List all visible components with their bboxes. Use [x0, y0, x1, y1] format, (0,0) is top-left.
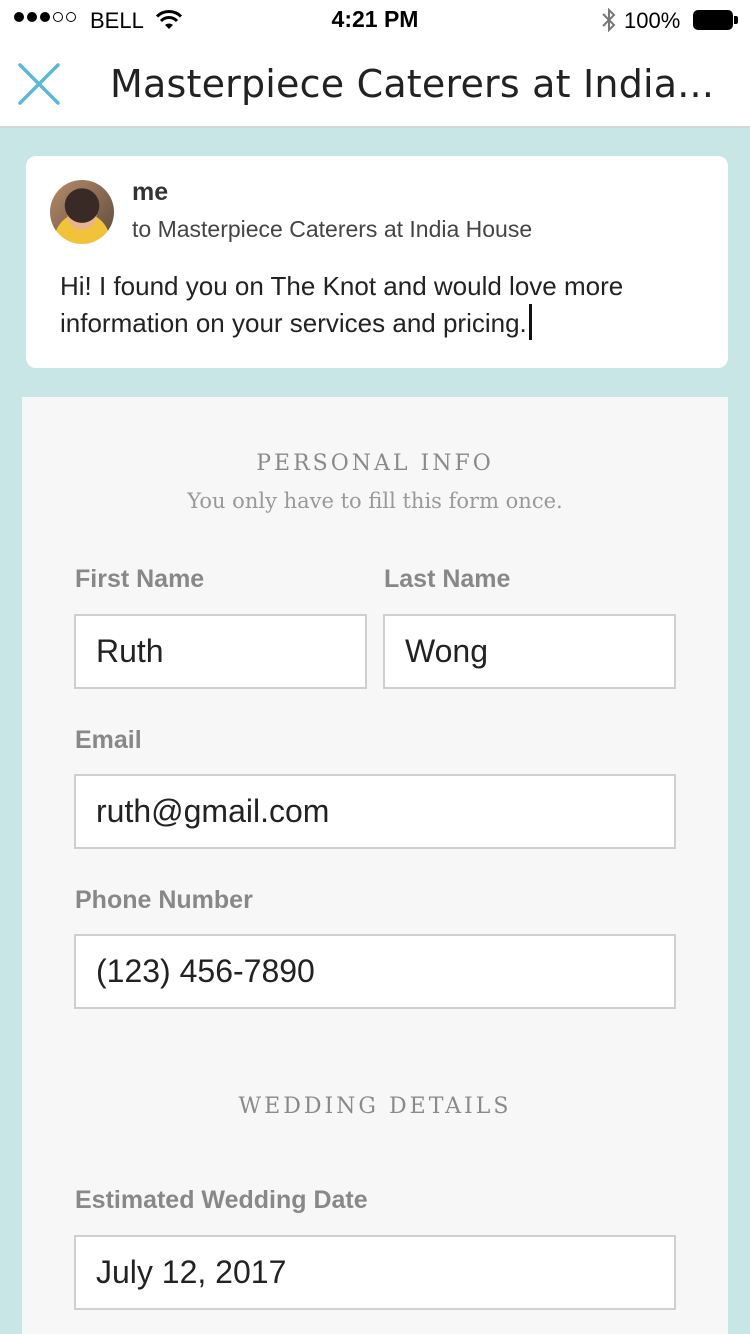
- status-bar: BELL 4:21 PM 100%: [0, 0, 750, 40]
- battery-percent: 100%: [624, 8, 681, 33]
- close-icon[interactable]: [17, 62, 61, 106]
- bluetooth-icon: [602, 7, 616, 33]
- inquiry-form: PERSONAL INFO You only have to fill this…: [22, 397, 728, 1334]
- personal-info-heading: PERSONAL INFO: [256, 451, 494, 476]
- sender-name: me: [132, 178, 169, 206]
- nav-bar: Masterpiece Caterers at India...: [0, 40, 750, 128]
- wedding-details-heading: WEDDING DETAILS: [238, 1094, 512, 1119]
- recipient-line: to Masterpiece Caterers at India House: [132, 216, 533, 242]
- message-card: me to Masterpiece Caterers at India Hous…: [26, 156, 728, 368]
- battery-icon: [693, 10, 739, 30]
- first-name-field[interactable]: [74, 614, 367, 689]
- last-name-field[interactable]: [383, 614, 676, 689]
- email-field[interactable]: [74, 774, 676, 849]
- last-name-label: Last Name: [384, 565, 511, 593]
- avatar: [50, 180, 114, 244]
- phone-label: Phone Number: [75, 886, 253, 914]
- message-textarea[interactable]: Hi! I found you on The Knot and would lo…: [60, 268, 710, 341]
- personal-info-subheading: You only have to fill this form once.: [187, 489, 563, 513]
- page-title: Masterpiece Caterers at India...: [110, 62, 715, 106]
- first-name-label: First Name: [75, 565, 205, 593]
- phone-field[interactable]: [74, 934, 676, 1009]
- message-body: Hi! I found you on The Knot and would lo…: [60, 271, 624, 338]
- email-label: Email: [75, 726, 142, 754]
- wedding-date-label: Estimated Wedding Date: [75, 1186, 368, 1214]
- wedding-date-field[interactable]: [74, 1235, 676, 1310]
- text-caret: [528, 304, 532, 340]
